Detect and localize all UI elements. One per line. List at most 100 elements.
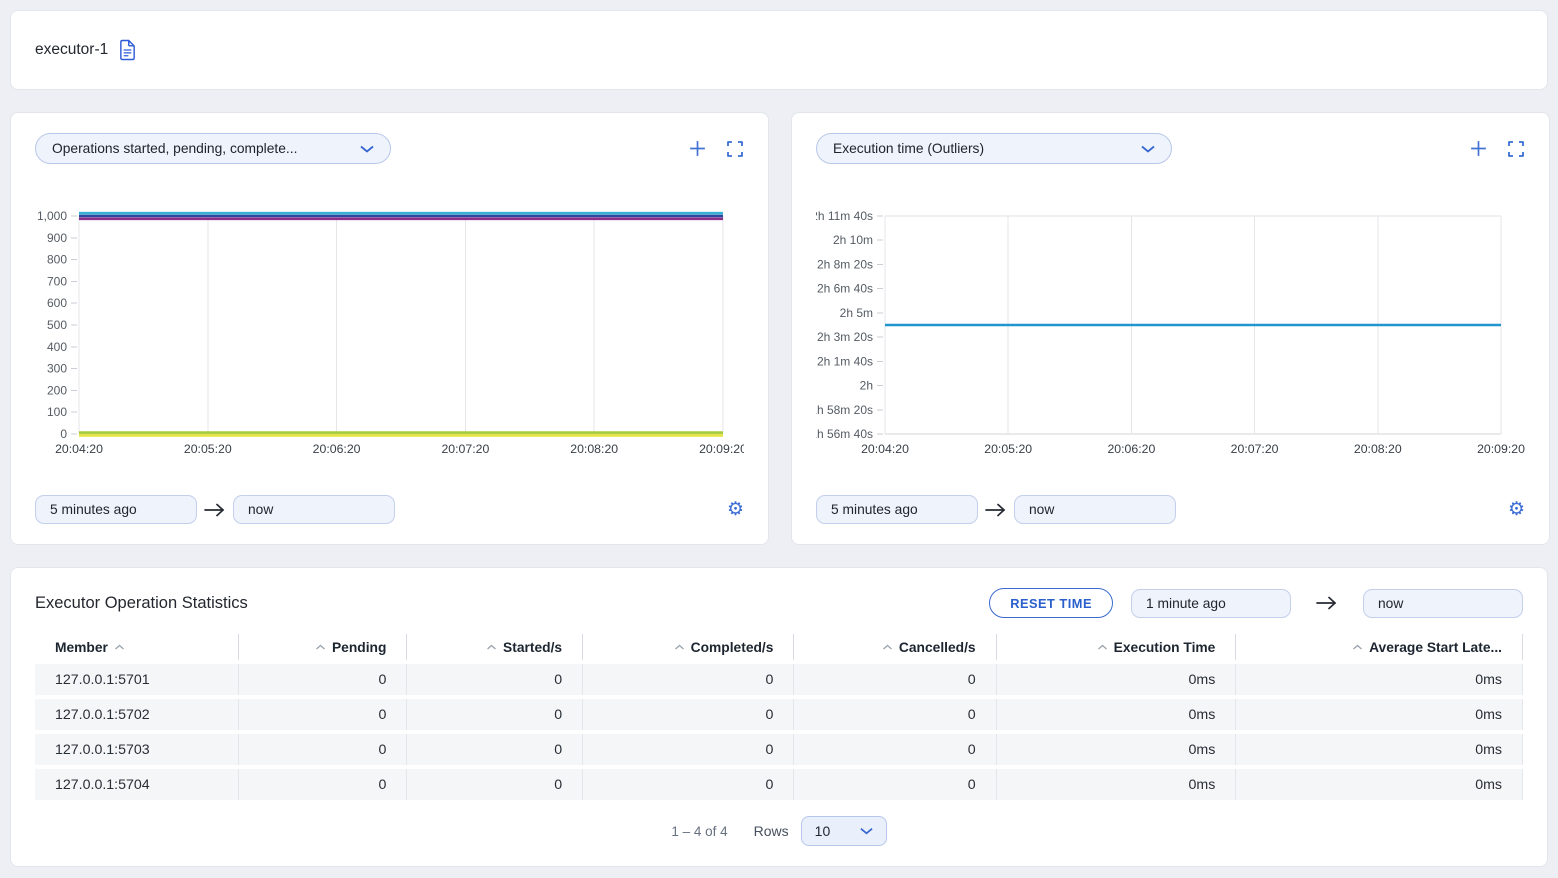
column-header-cancelled-s[interactable]: Cancelled/s [794,634,996,660]
column-header-member[interactable]: Member [35,634,239,660]
operations-chart: 1,000900800700600500400300200100020:04:2… [35,210,744,462]
chart-header: Execution time (Outliers) [816,133,1525,164]
chevron-down-icon [360,145,374,153]
value-cell: 0 [239,664,408,695]
document-icon[interactable] [118,39,137,61]
value-cell: 0 [583,664,794,695]
svg-text:20:08:20: 20:08:20 [570,442,618,456]
chart-footer: 5 minutes ago now ⚙ [35,495,744,524]
fullscreen-icon[interactable] [726,140,744,158]
arrow-right-icon [984,503,1008,517]
svg-text:900: 900 [47,231,67,245]
reset-time-button[interactable]: RESET TIME [989,588,1113,618]
settings-gear-icon[interactable]: ⚙ [1508,500,1525,519]
sort-caret-icon [1097,644,1108,650]
chart-card-operations: Operations started, pending, complete...… [10,112,769,545]
time-from-input[interactable]: 5 minutes ago [35,495,197,524]
sort-caret-icon [315,644,326,650]
settings-gear-icon[interactable]: ⚙ [727,500,744,519]
member-cell: 127.0.0.1:5701 [35,664,239,695]
member-cell: 127.0.0.1:5703 [35,734,239,765]
value-cell: 0ms [1236,664,1523,695]
svg-text:2h 8m 20s: 2h 8m 20s [817,257,873,271]
svg-text:200: 200 [47,383,67,397]
executor-statistics-card: Executor Operation Statistics RESET TIME… [10,567,1548,867]
svg-text:2h 3m 20s: 2h 3m 20s [817,330,873,344]
arrow-right-icon [1315,596,1339,610]
sort-caret-icon [114,644,125,650]
column-header-execution-time[interactable]: Execution Time [997,634,1237,660]
time-to-input[interactable]: now [1014,495,1176,524]
stats-time-from-value: 1 minute ago [1146,596,1226,611]
time-to-value: now [248,502,273,517]
svg-text:2h 1m 40s: 2h 1m 40s [817,354,873,368]
column-header-pending[interactable]: Pending [239,634,408,660]
stats-time-to-input[interactable]: now [1363,589,1523,618]
table-row: 127.0.0.1:570100000ms0ms [35,664,1523,695]
column-label: Average Start Late... [1369,640,1502,655]
value-cell: 0 [794,769,996,800]
value-cell: 0 [239,734,408,765]
column-label: Cancelled/s [899,640,976,655]
value-cell: 0ms [1236,769,1523,800]
metric-selector[interactable]: Execution time (Outliers) [816,133,1172,164]
value-cell: 0 [794,734,996,765]
value-cell: 0ms [1236,699,1523,730]
time-from-value: 5 minutes ago [50,502,137,517]
svg-text:20:05:20: 20:05:20 [184,442,232,456]
column-header-average-start-late[interactable]: Average Start Late... [1236,634,1523,660]
column-header-started-s[interactable]: Started/s [407,634,583,660]
value-cell: 0 [239,699,408,730]
add-chart-icon[interactable] [687,138,708,159]
svg-text:2h 5m: 2h 5m [840,306,873,320]
column-label: Member [55,640,108,655]
time-from-input[interactable]: 5 minutes ago [816,495,978,524]
title-card: executor-1 [10,10,1548,90]
svg-text:1h 56m 40s: 1h 56m 40s [816,427,873,441]
page-title: executor-1 [35,41,108,59]
sort-caret-icon [486,644,497,650]
svg-text:100: 100 [47,405,67,419]
sort-caret-icon [1352,644,1363,650]
svg-text:2h 11m 40s: 2h 11m 40s [816,210,873,223]
metric-selector[interactable]: Operations started, pending, complete... [35,133,391,164]
metric-selector-label: Operations started, pending, complete... [52,141,297,156]
chart-header: Operations started, pending, complete... [35,133,744,164]
svg-text:300: 300 [47,362,67,376]
svg-text:600: 600 [47,296,67,310]
member-cell: 127.0.0.1:5704 [35,769,239,800]
table-header-row: Member Pending Started/s Completed/s Cancell… [35,634,1523,660]
value-cell: 0 [794,699,996,730]
chart-card-execution-time: Execution time (Outliers) 2h 11m 40s 2h 1… [791,112,1550,545]
charts-row: Operations started, pending, complete...… [10,112,1548,545]
svg-text:20:05:20: 20:05:20 [984,442,1032,456]
svg-text:1,000: 1,000 [37,210,67,223]
column-label: Pending [332,640,386,655]
svg-text:0: 0 [60,427,67,441]
rows-per-page-value: 10 [815,823,831,839]
svg-text:20:07:20: 20:07:20 [1231,442,1279,456]
value-cell: 0 [583,769,794,800]
stats-time-from-input[interactable]: 1 minute ago [1131,589,1291,618]
value-cell: 0 [239,769,408,800]
svg-text:20:06:20: 20:06:20 [1107,442,1155,456]
svg-text:700: 700 [47,274,67,288]
add-chart-icon[interactable] [1468,138,1489,159]
svg-text:2h 6m 40s: 2h 6m 40s [817,282,873,296]
table-row: 127.0.0.1:570200000ms0ms [35,699,1523,730]
fullscreen-icon[interactable] [1507,140,1525,158]
sort-caret-icon [882,644,893,650]
column-header-completed-s[interactable]: Completed/s [583,634,794,660]
pagination: 1 – 4 of 4 Rows 10 [35,816,1523,846]
time-to-input[interactable]: now [233,495,395,524]
value-cell: 0ms [997,734,1237,765]
metric-selector-label: Execution time (Outliers) [833,141,984,156]
svg-text:500: 500 [47,318,67,332]
value-cell: 0ms [997,664,1237,695]
svg-text:20:09:20: 20:09:20 [699,442,744,456]
chevron-down-icon [1141,145,1155,153]
rows-per-page-select[interactable]: 10 [801,816,887,846]
arrow-right-icon [203,503,227,517]
column-label: Started/s [503,640,562,655]
svg-text:20:04:20: 20:04:20 [55,442,103,456]
